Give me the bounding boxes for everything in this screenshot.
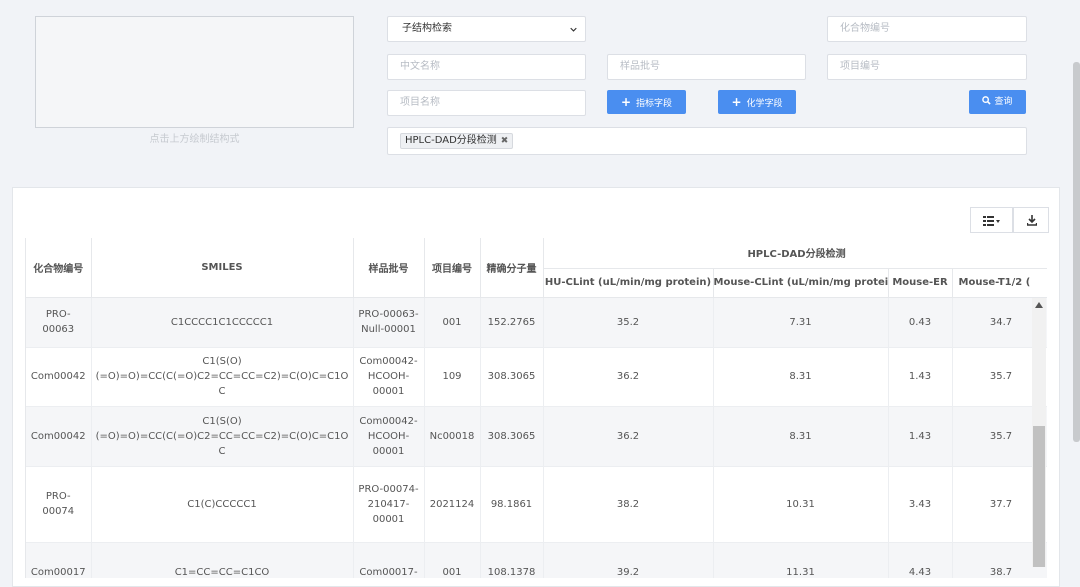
- cell-smiles: C1=CC=CC=C1CO: [91, 542, 354, 578]
- cell-mouse-er: 1.43: [888, 406, 953, 467]
- table-row[interactable]: Com00042 C1(S(O)(=O)=O)=CC(C(=O)C2=CC=CC=…: [26, 347, 1047, 407]
- list-columns-icon: [983, 216, 1000, 226]
- selected-field-tag-label: HPLC-DAD分段检测: [405, 135, 497, 146]
- cell-hu-clint: 38.2: [543, 466, 714, 543]
- cell-project-id: 001: [424, 542, 481, 578]
- search-icon: [982, 96, 992, 105]
- cell-sample-batch: Com00042-HCOOH-00001: [353, 406, 425, 467]
- query-label: 查询: [994, 97, 1013, 107]
- cell-compound-id: Com00042: [26, 406, 92, 467]
- cell-compound-id: PRO-00074: [26, 466, 92, 543]
- table-row[interactable]: PRO-00063 C1CCCC1C1CCCCC1 PRO-00063-Null-0…: [26, 297, 1047, 348]
- chevron-down-icon: [570, 27, 577, 32]
- cell-mouse-clint: 8.31: [713, 347, 889, 407]
- download-icon: [1027, 215, 1037, 226]
- col-header-exact-mass[interactable]: 精确分子量: [480, 238, 544, 298]
- project-name-input[interactable]: 项目名称: [387, 90, 586, 116]
- indicator-field-button[interactable]: + 指标字段: [607, 90, 686, 114]
- export-button[interactable]: [1013, 207, 1049, 233]
- plus-icon: +: [620, 95, 632, 109]
- table-row[interactable]: Com00017 C1=CC=CC=C1CO Com00017- 001 108.137…: [26, 542, 1047, 578]
- cell-exact-mass: 108.1378: [480, 542, 544, 578]
- col-header-mouse-t12[interactable]: Mouse-T1/2 (: [952, 268, 1047, 298]
- cell-project-id: 109: [424, 347, 481, 407]
- cell-exact-mass: 308.3065: [480, 347, 544, 407]
- cell-mouse-clint: 7.31: [713, 297, 889, 348]
- cell-smiles: C1(S(O)(=O)=O)=CC(C(=O)C2=CC=CC=C2)=C(O)…: [91, 406, 354, 467]
- table-row[interactable]: Com00042 C1(S(O)(=O)=O)=CC(C(=O)C2=CC=CC=…: [26, 406, 1047, 467]
- chinese-name-input[interactable]: 中文名称: [387, 54, 586, 80]
- cell-sample-batch: PRO-00074-210417-00001: [353, 466, 425, 543]
- cell-mouse-clint: 8.31: [713, 406, 889, 467]
- cell-mouse-er: 1.43: [888, 347, 953, 407]
- cell-mouse-clint: 10.31: [713, 466, 889, 543]
- query-button[interactable]: 查询: [969, 90, 1026, 114]
- cell-project-id: 001: [424, 297, 481, 348]
- structure-drawing-canvas[interactable]: [35, 16, 354, 128]
- cell-hu-clint: 36.2: [543, 406, 714, 467]
- col-header-hu-clint[interactable]: HU-CLint (uL/min/mg protein): [543, 268, 714, 298]
- cell-project-id: Nc00018: [424, 406, 481, 467]
- search-mode-select[interactable]: 子结构检索: [387, 16, 586, 42]
- col-header-sample-batch[interactable]: 样品批号: [353, 238, 425, 298]
- cell-smiles: C1(C)CCCCC1: [91, 466, 354, 543]
- col-header-mouse-clint[interactable]: Mouse-CLint (uL/min/mg protein): [713, 268, 889, 298]
- col-header-compound-id[interactable]: 化合物编号: [26, 238, 92, 298]
- canvas-hint: 点击上方绘制结构式: [149, 134, 240, 145]
- project-id-input[interactable]: 项目编号: [827, 54, 1027, 80]
- cell-compound-id: PRO-00063: [26, 297, 92, 348]
- cell-smiles: C1CCCC1C1CCCCC1: [91, 297, 354, 348]
- search-mode-value: 子结构检索: [402, 23, 452, 34]
- cell-smiles: C1(S(O)(=O)=O)=CC(C(=O)C2=CC=CC=C2)=C(O)…: [91, 347, 354, 407]
- cell-compound-id: Com00017: [26, 542, 92, 578]
- compound-id-input[interactable]: 化合物编号: [827, 16, 1027, 42]
- cell-exact-mass: 308.3065: [480, 406, 544, 467]
- col-header-mouse-er[interactable]: Mouse-ER: [888, 268, 953, 298]
- column-toggle-button[interactable]: [970, 207, 1013, 233]
- selected-fields-box[interactable]: HPLC-DAD分段检测 ✖: [387, 127, 1027, 155]
- cell-compound-id: Com00042: [26, 347, 92, 407]
- cell-hu-clint: 35.2: [543, 297, 714, 348]
- table-scrollbar-thumb[interactable]: [1033, 426, 1045, 567]
- scroll-up-icon[interactable]: [1035, 302, 1043, 308]
- results-table-body: PRO-00063 C1CCCC1C1CCCCC1 PRO-00063-Null-0…: [26, 297, 1047, 578]
- sample-batch-input[interactable]: 样品批号: [607, 54, 806, 80]
- cell-mouse-clint: 11.31: [713, 542, 889, 578]
- cell-exact-mass: 152.2765: [480, 297, 544, 348]
- cell-mouse-er: 4.43: [888, 542, 953, 578]
- plus-icon: +: [731, 95, 742, 109]
- col-group-header-hplc: HPLC-DAD分段检测: [543, 238, 1047, 269]
- results-table: 化合物编号 SMILES 样品批号 项目编号 精确分子量 HPLC-DAD分段检…: [25, 238, 1047, 578]
- table-row[interactable]: PRO-00074 C1(C)CCCCC1 PRO-00074-210417-000…: [26, 466, 1047, 543]
- cell-project-id: 2021124: [424, 466, 481, 543]
- cell-hu-clint: 36.2: [543, 347, 714, 407]
- cell-hu-clint: 39.2: [543, 542, 714, 578]
- close-icon[interactable]: ✖: [501, 136, 509, 146]
- indicator-field-label: 指标字段: [636, 99, 673, 109]
- cell-mouse-er: 3.43: [888, 466, 953, 543]
- cell-sample-batch: Com00017-: [353, 542, 425, 578]
- page-scrollbar-thumb[interactable]: [1073, 62, 1080, 442]
- cell-exact-mass: 98.1861: [480, 466, 544, 543]
- chem-field-label: 化学字段: [746, 99, 783, 109]
- col-header-project-id[interactable]: 项目编号: [424, 238, 481, 298]
- cell-sample-batch: PRO-00063-Null-00001: [353, 297, 425, 348]
- cell-sample-batch: Com00042-HCOOH-00001: [353, 347, 425, 407]
- col-header-smiles[interactable]: SMILES: [91, 238, 354, 298]
- cell-mouse-er: 0.43: [888, 297, 953, 348]
- chem-field-button[interactable]: + 化学字段: [718, 90, 796, 114]
- selected-field-tag: HPLC-DAD分段检测 ✖: [400, 133, 514, 149]
